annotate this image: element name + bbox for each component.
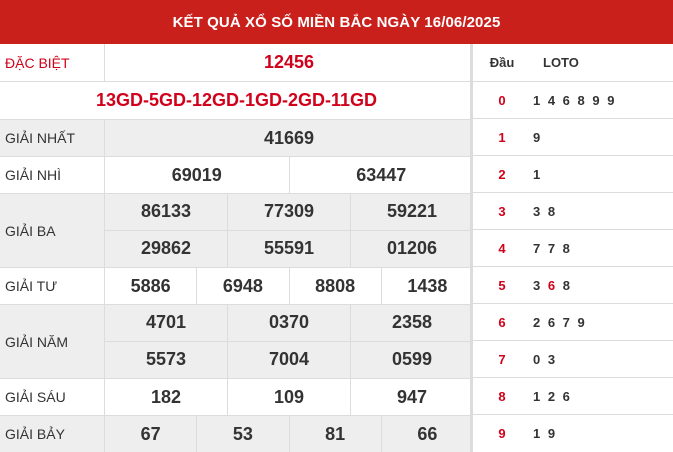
value-giai-bay: 53: [197, 416, 290, 452]
loto-row: 2 1: [473, 156, 673, 193]
value-giai-nhi: 63447: [356, 164, 407, 185]
row-ma-dac-biet: 13GD-5GD-12GD-1GD-2GD-11GD: [0, 82, 473, 120]
value-giai-ba: 55591: [228, 230, 351, 267]
label-dac-biet: ĐẶC BIỆT: [0, 44, 105, 81]
value-giai-ba: 77309: [228, 194, 351, 230]
value-giai-ba: 86133: [105, 194, 228, 230]
loto-row: 1 9: [473, 119, 673, 156]
value-giai-nam: 7004: [228, 341, 351, 378]
loto-value-highlight: 6: [547, 277, 558, 293]
loto-row: 3 3 8: [473, 193, 673, 230]
value-giai-nam: 4701: [105, 305, 228, 341]
cells-giai-tu: 5886 6948 8808 1438: [105, 268, 473, 304]
cells-dac-biet: 12456: [105, 44, 473, 81]
loto-dau: 2: [498, 166, 506, 182]
loto-dau: 0: [498, 92, 506, 108]
loto-dau: 4: [498, 240, 506, 256]
loto-values: 3 8: [533, 203, 558, 219]
subrow-giai-nam-1: 4701 0370 2358: [105, 305, 473, 342]
loto-values: 1 2 6: [533, 388, 572, 404]
loto-dau: 9: [498, 426, 506, 441]
loto-row: 7 0 3: [473, 341, 673, 378]
row-giai-nhat: GIẢI NHẤT 41669: [0, 120, 473, 157]
subrow-giai-nam-2: 5573 7004 0599: [105, 341, 473, 378]
value-giai-ba: 01206: [386, 238, 438, 259]
row-giai-sau: GIẢI SÁU 182 109 947: [0, 379, 473, 416]
value-dac-biet: 12456: [263, 52, 315, 72]
value-giai-nhi: 69019: [105, 157, 290, 193]
value-giai-bay: 81: [290, 416, 382, 452]
loto-dau: 6: [498, 314, 506, 330]
loto-values: 1: [533, 166, 543, 182]
value-giai-ba: 29862: [105, 230, 228, 267]
value-giai-sau: 182: [105, 379, 228, 415]
page-title: KẾT QUẢ XỔ SỐ MIỀN BẮC NGÀY 16/06/2025: [0, 0, 673, 44]
row-giai-nhi: GIẢI NHÌ 69019 63447: [0, 157, 473, 194]
loto-header-dau: Đầu: [489, 55, 515, 70]
row-dac-biet: ĐẶC BIỆT 12456: [0, 44, 473, 82]
value-ma-dac-biet: 13GD-5GD-12GD-1GD-2GD-11GD: [95, 90, 378, 110]
value-giai-tu: 5886: [105, 268, 198, 304]
value-giai-ba: 59221: [386, 201, 438, 222]
value-giai-nhat: 41669: [263, 127, 315, 148]
cells-giai-sau: 182 109 947: [105, 379, 473, 415]
loto-dau: 8: [498, 388, 506, 404]
loto-row: 5 3 6 8: [473, 267, 673, 304]
loto-values: 0 3: [533, 351, 558, 367]
value-giai-nam: 2358: [391, 312, 433, 333]
label-giai-bay: GIẢI BẢY: [0, 416, 105, 452]
loto-value: 3: [533, 277, 548, 293]
loto-row: 8 1 2 6: [473, 378, 673, 415]
label-giai-nhat: GIẢI NHẤT: [0, 120, 105, 156]
value-giai-tu: 1438: [407, 275, 448, 296]
loto-values: 3 6 8: [531, 267, 673, 303]
loto-dau: 3: [498, 203, 506, 219]
cells-ma-dac-biet: 13GD-5GD-12GD-1GD-2GD-11GD: [0, 82, 473, 119]
cells-giai-bay: 67 53 81 66: [105, 416, 473, 452]
subrow-giai-ba-1: 86133 77309 59221: [105, 194, 473, 231]
label-giai-nhi: GIẢI NHÌ: [0, 157, 105, 193]
loto-dau: 7: [498, 351, 506, 367]
cells-giai-nhi: 69019 63447: [105, 157, 473, 193]
row-giai-ba: GIẢI BA 86133 77309 59221 29862 55591 01…: [0, 194, 473, 268]
loto-header-loto: LOTO: [543, 55, 579, 70]
label-giai-sau: GIẢI SÁU: [0, 379, 105, 415]
loto-values: 9: [533, 129, 543, 145]
loto-values: 1 4 6 8 9 9: [533, 92, 617, 108]
value-giai-nam: 0370: [228, 305, 351, 341]
loto-row: 9 1 9: [473, 415, 673, 452]
value-giai-nam: 0599: [391, 349, 433, 370]
loto-row: 4 7 7 8: [473, 230, 673, 267]
loto-row: 6 2 6 7 9: [473, 304, 673, 341]
loto-table: Đầu LOTO 0 1 4 6 8 9 9 1 9 2 1 3 3 8 4 7…: [473, 44, 673, 452]
label-giai-tu: GIẢI TƯ: [0, 268, 105, 304]
loto-dau: 5: [498, 277, 506, 293]
results-table: ĐẶC BIỆT 12456 13GD-5GD-12GD-1GD-2GD-11G…: [0, 44, 473, 452]
value-giai-sau: 109: [228, 379, 351, 415]
label-giai-ba: GIẢI BA: [0, 194, 105, 267]
loto-header-row: Đầu LOTO: [473, 44, 673, 82]
value-giai-nam: 5573: [105, 341, 228, 378]
loto-dau: 1: [498, 129, 506, 145]
value-giai-bay: 67: [105, 416, 198, 452]
loto-row: 0 1 4 6 8 9 9: [473, 82, 673, 119]
row-giai-bay: GIẢI BẢY 67 53 81 66: [0, 416, 473, 452]
value-giai-sau: 947: [396, 386, 428, 407]
subrow-giai-ba-2: 29862 55591 01206: [105, 230, 473, 267]
loto-values: 7 7 8: [533, 240, 572, 256]
value-giai-tu: 8808: [290, 268, 382, 304]
row-giai-nam: GIẢI NĂM 4701 0370 2358 5573 7004 0599: [0, 305, 473, 379]
value-giai-bay: 66: [417, 423, 438, 444]
row-giai-tu: GIẢI TƯ 5886 6948 8808 1438: [0, 268, 473, 305]
loto-values: 1 9: [533, 426, 558, 441]
value-giai-tu: 6948: [197, 268, 290, 304]
loto-values: 2 6 7 9: [533, 314, 587, 330]
label-giai-nam: GIẢI NĂM: [0, 305, 105, 378]
cells-giai-nhat: 41669: [105, 120, 473, 156]
loto-value: 8: [557, 277, 572, 293]
